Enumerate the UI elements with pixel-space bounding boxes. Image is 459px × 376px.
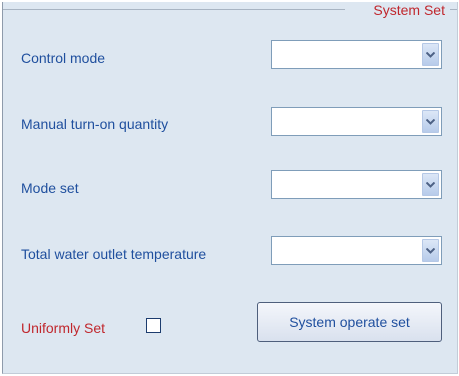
chevron-down-icon[interactable] <box>422 239 439 262</box>
total-water-outlet-temperature-select[interactable] <box>271 236 442 265</box>
chevron-down-icon[interactable] <box>422 110 439 133</box>
panel-title: System Set <box>371 2 447 18</box>
chevron-down-icon[interactable] <box>422 173 439 196</box>
panel-border-line-right <box>450 9 457 10</box>
total-water-outlet-temperature-label: Total water outlet temperature <box>21 246 207 262</box>
uniformly-set-checkbox[interactable] <box>146 318 161 333</box>
control-mode-select[interactable] <box>271 40 442 69</box>
uniformly-set-label: Uniformly Set <box>21 320 106 336</box>
chevron-down-icon[interactable] <box>422 43 439 66</box>
manual-turn-on-quantity-select[interactable] <box>271 107 442 136</box>
manual-turn-on-quantity-label: Manual turn-on quantity <box>21 116 169 132</box>
system-set-panel: System Set Control mode Manual turn-on q… <box>2 2 458 374</box>
panel-border-line <box>3 9 345 10</box>
control-mode-label: Control mode <box>21 50 106 66</box>
system-operate-set-button[interactable]: System operate set <box>257 302 442 342</box>
mode-set-select[interactable] <box>271 170 442 199</box>
mode-set-label: Mode set <box>21 180 79 196</box>
